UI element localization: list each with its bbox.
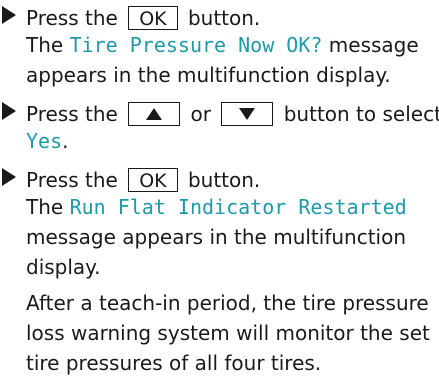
or-text: or — [190, 102, 212, 126]
note-line-1: After a teach-in period, the tire pressu… — [26, 291, 429, 315]
step-2-line-2: Yes. — [26, 126, 68, 156]
result-suffix: message — [328, 33, 419, 57]
after-text: button. — [187, 6, 261, 30]
up-button-key — [128, 101, 181, 126]
display-message: Run Flat Indicator Restarted — [69, 195, 407, 219]
step-3-line-4: display. — [26, 255, 101, 279]
step-1-line-3: appears in the multifunction display. — [26, 63, 391, 87]
down-arrow-icon — [239, 108, 256, 120]
bullet-icon — [2, 6, 16, 24]
display-message: Tire Pressure Now OK? — [69, 33, 323, 57]
press-text: Press the — [26, 102, 118, 126]
up-arrow-icon — [146, 108, 163, 120]
step-3-line-2: The Run Flat Indicator Restarted — [26, 192, 407, 222]
result-prefix: The — [26, 195, 64, 219]
after-text: button to select — [283, 102, 439, 126]
note-line-3: tire pressures of all four tires. — [26, 351, 322, 375]
ok-button-key: OK — [128, 5, 178, 30]
select-value: Yes — [26, 129, 63, 153]
after-text: button. — [187, 168, 261, 192]
down-button-key — [221, 101, 274, 126]
step-1-line-2: The Tire Pressure Now OK? message — [26, 30, 419, 60]
select-suffix: . — [62, 129, 69, 153]
ok-button-key: OK — [128, 167, 178, 192]
note-line-2: loss warning system will monitor the set — [26, 321, 430, 345]
bullet-icon — [2, 168, 16, 186]
press-text: Press the — [26, 6, 118, 30]
bullet-icon — [2, 102, 16, 120]
result-prefix: The — [26, 33, 64, 57]
step-3-line-3: message appears in the multifunction — [26, 225, 407, 249]
press-text: Press the — [26, 168, 118, 192]
